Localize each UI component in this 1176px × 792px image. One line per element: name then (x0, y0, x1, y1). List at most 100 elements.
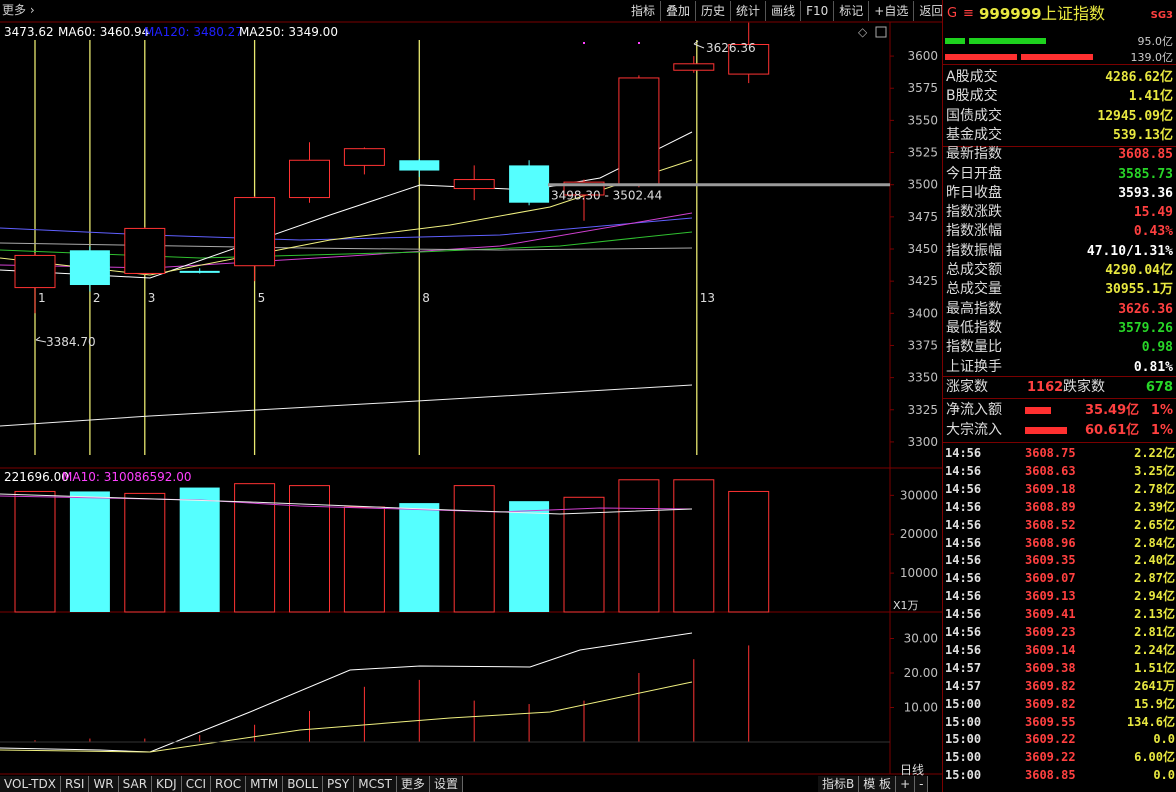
toolbar-button-1[interactable]: 叠加 (660, 1, 695, 21)
candle-body[interactable] (509, 165, 550, 203)
tick-time: 14:56 (945, 625, 982, 639)
volume-bar[interactable] (453, 485, 495, 613)
candle-body[interactable] (14, 254, 56, 289)
window-icon[interactable] (875, 26, 887, 38)
more-menu[interactable]: 更多 › (0, 0, 35, 20)
volume-bar[interactable] (618, 479, 660, 613)
toolbar-button-0[interactable]: 指标 (626, 1, 660, 21)
candle-body[interactable] (673, 63, 715, 71)
tick-volume: 6.00亿 (1134, 750, 1175, 765)
indicator-tab-10[interactable]: MCST (354, 776, 397, 792)
tick-price: 3608.52 (1025, 517, 1076, 532)
volume-bar[interactable] (399, 503, 440, 612)
period-label[interactable]: 日线 (900, 761, 924, 778)
quote-label: 今日开盘 (946, 165, 1002, 182)
indicator-tab-1[interactable]: RSI (60, 776, 90, 792)
quote-row: 昨日收盘 3593.36 (943, 184, 1176, 203)
quote-label: A股成交 (946, 69, 998, 85)
rise-fall-row: 涨家数 1162 跌家数 678 (943, 378, 1176, 397)
indicator-tab-9[interactable]: PSY (323, 776, 355, 792)
candle-body[interactable] (289, 159, 330, 199)
indicator-tab-3[interactable]: SAR (118, 776, 153, 792)
toolbar-button-5[interactable]: F10 (800, 1, 833, 21)
indicator-control-0[interactable]: 指标B (818, 776, 860, 792)
toolbar-button-6[interactable]: 标记 (833, 1, 868, 21)
toolbar-button-4[interactable]: 画线 (765, 1, 800, 21)
volume-bar[interactable] (563, 496, 605, 613)
ma-legend-item: MA250: 3349.00 (239, 25, 338, 39)
toolbar-button-2[interactable]: 历史 (695, 1, 730, 21)
y-tick-label: 3350 (907, 371, 938, 385)
quote-value: 0.43% (1133, 224, 1173, 240)
volume-bar[interactable] (509, 501, 550, 612)
menu-icon[interactable]: ≡ (963, 2, 974, 26)
quote-row: 上证换手 0.81% (943, 358, 1176, 377)
indicator-tab-0[interactable]: VOL-TDX (0, 776, 61, 792)
chart-area[interactable]: 3600 3575 3550 3525 3500 3475 3450 3425 3400 3375… (0, 0, 942, 792)
day-marker-label: 8 (422, 291, 430, 305)
divider (943, 376, 1176, 377)
quote-label: 指数量比 (946, 339, 1002, 356)
indicator-tab-2[interactable]: WR (89, 776, 119, 792)
volume-bar[interactable] (343, 506, 385, 613)
quote-label: 总成交额 (946, 262, 1002, 278)
quote-label: 国债成交 (946, 107, 1002, 124)
tick-price: 3609.82 (1025, 678, 1076, 693)
tick-price: 3609.38 (1025, 660, 1076, 675)
signal-dot (638, 42, 640, 44)
quote-value: 0.81% (1133, 359, 1173, 375)
high-arrow-icon (693, 40, 705, 49)
volume-bar[interactable] (124, 492, 166, 613)
toolbar-button-3[interactable]: 统计 (730, 1, 765, 21)
volume-bar[interactable] (728, 490, 770, 613)
indicator-tab-11[interactable]: 更多 (396, 776, 430, 792)
tick-row: 14:56 3608.75 2.22亿 (943, 444, 1176, 462)
quote-row: 最高指数 3626.36 (943, 300, 1176, 319)
ma-legend-item: MA60: 3460.94 (58, 25, 149, 39)
indicator-tab-6[interactable]: ROC (210, 776, 247, 792)
tick-row: 14:56 3609.14 2.24亿 (943, 641, 1176, 659)
tick-volume: 2.81亿 (1134, 625, 1175, 639)
tick-volume: 2.87亿 (1134, 571, 1175, 586)
indicator-tab-7[interactable]: MTM (246, 776, 284, 792)
flow-row: 大宗流入 60.61亿 1% (943, 421, 1176, 440)
volume-bar[interactable] (14, 490, 56, 613)
volume-y-tick-label: 20000 (900, 527, 938, 541)
flow-bar (1025, 427, 1067, 434)
candle-body[interactable] (453, 179, 495, 190)
indicator-y-tick-label: 20.00 (904, 666, 938, 680)
candle-body[interactable] (399, 160, 440, 171)
quote-row: 最低指数 3579.26 (943, 319, 1176, 338)
candle-body[interactable] (234, 197, 276, 267)
volume-bar[interactable] (673, 479, 715, 613)
volume-bar[interactable] (179, 487, 220, 612)
candle-body[interactable] (179, 270, 220, 273)
indicator-tab-4[interactable]: KDJ (152, 776, 182, 792)
indicator-tab-12[interactable]: 设置 (429, 776, 463, 792)
quote-row: B股成交 1.41亿 (943, 87, 1176, 106)
volume-y-tick-label: 10000 (900, 566, 938, 580)
tick-row: 15:00 3609.22 6.00亿 (943, 748, 1176, 766)
indicator-y-tick-label: 30.00 (904, 632, 938, 646)
tick-price: 3609.82 (1025, 696, 1076, 711)
more-label[interactable]: 更多 (2, 3, 26, 17)
indicator-control-3[interactable]: - (915, 776, 929, 792)
candle-body[interactable] (618, 77, 660, 186)
candle-body[interactable] (69, 250, 110, 286)
flow-label: 净流入额 (946, 402, 1002, 418)
low-arrow-icon (35, 336, 47, 343)
tick-time: 14:56 (945, 481, 982, 496)
ma-legend-item: MA120: 3480.27 (144, 25, 243, 39)
candle-body[interactable] (124, 227, 166, 274)
quote-value: 0.98 (1141, 340, 1173, 356)
volume-bar[interactable] (69, 491, 110, 612)
indicator-tab-5[interactable]: CCI (181, 776, 211, 792)
y-tick-label: 3575 (907, 81, 938, 95)
candle-body[interactable] (343, 148, 385, 166)
diamond-icon[interactable]: ◇ (858, 25, 868, 39)
quote-row: 基金成交 539.13亿 (943, 126, 1176, 145)
toolbar-button-7[interactable]: +自选 (868, 1, 913, 21)
indicator-tab-8[interactable]: BOLL (283, 776, 324, 792)
indicator-control-1[interactable]: 模 板 (859, 776, 897, 792)
indicator-control-2[interactable]: + (896, 776, 916, 792)
